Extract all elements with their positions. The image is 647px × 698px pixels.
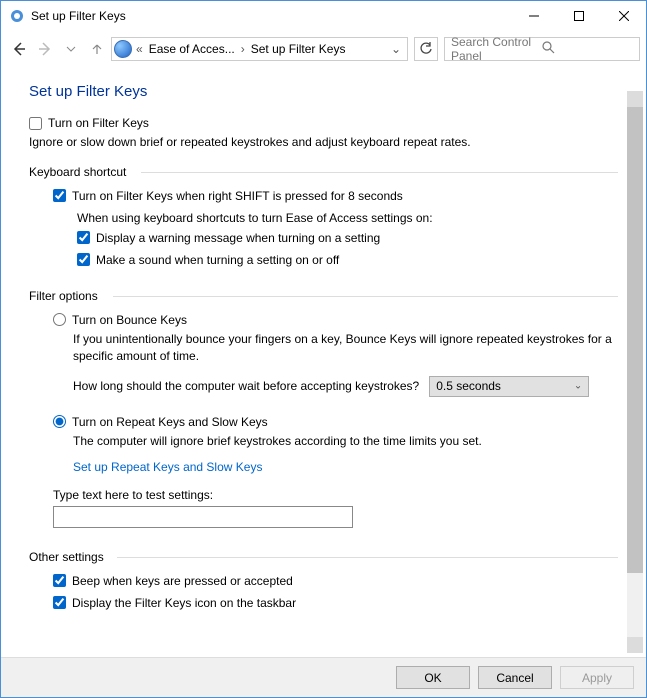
bounce-keys-radio[interactable]: Turn on Bounce Keys	[53, 313, 618, 327]
recent-dropdown[interactable]	[59, 37, 83, 61]
bounce-keys-help: If you unintentionally bounce your finge…	[73, 331, 618, 366]
sound-checkbox[interactable]: Make a sound when turning a setting on o…	[77, 253, 618, 267]
setup-repeat-slow-link[interactable]: Set up Repeat Keys and Slow Keys	[73, 460, 262, 474]
warning-label: Display a warning message when turning o…	[96, 231, 380, 245]
chevron-down-icon: ⌄	[574, 381, 582, 392]
bounce-keys-input[interactable]	[53, 313, 66, 326]
filter-keys-description: Ignore or slow down brief or repeated ke…	[29, 134, 618, 151]
right-shift-input[interactable]	[53, 189, 66, 202]
turn-on-filter-keys-checkbox[interactable]: Turn on Filter Keys	[29, 116, 618, 130]
apply-button[interactable]: Apply	[560, 666, 634, 689]
ok-button[interactable]: OK	[396, 666, 470, 689]
section-filter-options: Filter options	[29, 289, 618, 303]
search-input[interactable]: Search Control Panel	[444, 37, 640, 61]
beep-checkbox[interactable]: Beep when keys are pressed or accepted	[53, 574, 618, 588]
repeat-keys-label: Turn on Repeat Keys and Slow Keys	[72, 415, 268, 429]
scrollbar-thumb[interactable]	[627, 107, 643, 573]
breadcrumb-item[interactable]: Ease of Acces...	[147, 42, 237, 56]
right-shift-label: Turn on Filter Keys when right SHIFT is …	[72, 189, 403, 203]
beep-input[interactable]	[53, 574, 66, 587]
sound-label: Make a sound when turning a setting on o…	[96, 253, 339, 267]
breadcrumb[interactable]: « Ease of Acces... › Set up Filter Keys …	[111, 37, 408, 61]
repeat-keys-help: The computer will ignore brief keystroke…	[73, 433, 618, 450]
back-button[interactable]	[7, 37, 31, 61]
test-input[interactable]	[53, 506, 353, 528]
app-icon	[9, 8, 25, 24]
taskbar-icon-checkbox[interactable]: Display the Filter Keys icon on the task…	[53, 596, 618, 610]
close-button[interactable]	[601, 1, 646, 31]
forward-button[interactable]	[33, 37, 57, 61]
up-button[interactable]	[85, 37, 109, 61]
repeat-keys-radio[interactable]: Turn on Repeat Keys and Slow Keys	[53, 415, 618, 429]
taskbar-icon-input[interactable]	[53, 596, 66, 609]
vertical-scrollbar[interactable]	[627, 91, 643, 653]
minimize-button[interactable]	[511, 1, 556, 31]
warning-checkbox[interactable]: Display a warning message when turning o…	[77, 231, 618, 245]
refresh-button[interactable]	[414, 37, 438, 61]
section-keyboard-shortcut: Keyboard shortcut	[29, 165, 618, 179]
turn-on-filter-keys-input[interactable]	[29, 117, 42, 130]
taskbar-icon-label: Display the Filter Keys icon on the task…	[72, 596, 296, 610]
warning-input[interactable]	[77, 231, 90, 244]
turn-on-filter-keys-label: Turn on Filter Keys	[48, 116, 149, 130]
breadcrumb-item[interactable]: Set up Filter Keys	[249, 42, 348, 56]
right-shift-checkbox[interactable]: Turn on Filter Keys when right SHIFT is …	[53, 189, 618, 203]
breadcrumb-sep: «	[134, 42, 145, 56]
page-title: Set up Filter Keys	[29, 83, 618, 100]
test-input-label: Type text here to test settings:	[53, 488, 618, 502]
bounce-wait-combo[interactable]: 0.5 seconds ⌄	[429, 376, 589, 397]
chevron-right-icon: ›	[239, 42, 247, 56]
sound-input[interactable]	[77, 253, 90, 266]
window-title: Set up Filter Keys	[31, 9, 126, 23]
search-icon	[542, 41, 633, 57]
cancel-button[interactable]: Cancel	[478, 666, 552, 689]
search-placeholder: Search Control Panel	[451, 35, 542, 63]
section-other-settings: Other settings	[29, 550, 618, 564]
when-using-text: When using keyboard shortcuts to turn Ea…	[77, 211, 618, 225]
breadcrumb-dropdown-icon[interactable]: ⌄	[387, 42, 405, 56]
repeat-keys-input[interactable]	[53, 415, 66, 428]
wait-question: How long should the computer wait before…	[73, 379, 419, 393]
beep-label: Beep when keys are pressed or accepted	[72, 574, 293, 588]
control-panel-icon	[114, 40, 132, 58]
maximize-button[interactable]	[556, 1, 601, 31]
bounce-keys-label: Turn on Bounce Keys	[72, 313, 187, 327]
bounce-wait-value: 0.5 seconds	[436, 379, 501, 393]
